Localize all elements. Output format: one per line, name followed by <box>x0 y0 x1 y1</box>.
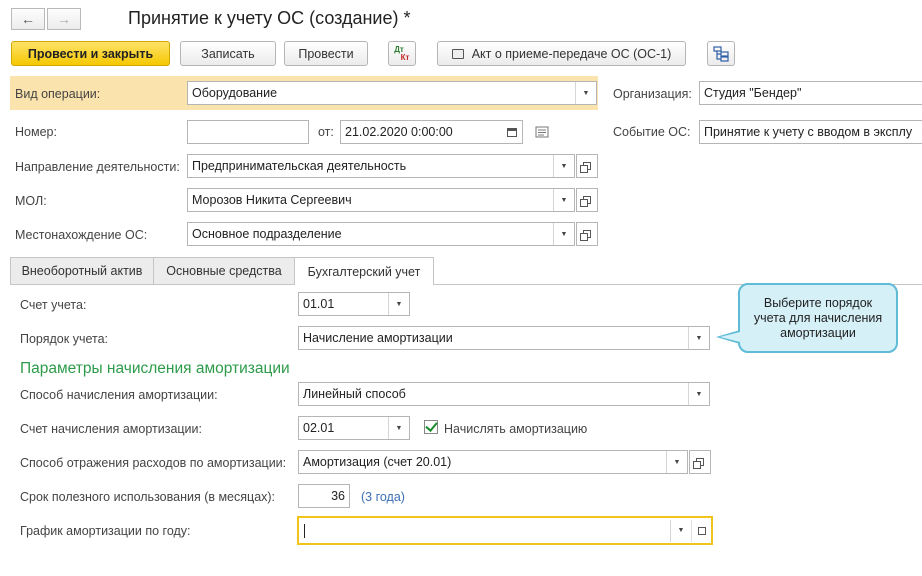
org-label: Организация: <box>613 87 692 101</box>
chevron-down-icon[interactable]: ▼ <box>575 82 596 104</box>
direction-label: Направление деятельности: <box>15 160 180 174</box>
hint-tooltip: Выберите порядок учета для начисления ам… <box>738 283 898 353</box>
date-input[interactable]: 21.02.2020 0:00:00 <box>340 120 523 144</box>
mol-select[interactable]: Морозов Никита Сергеевич ▼ <box>187 188 575 212</box>
page-title: Принятие к учету ОС (создание) * <box>128 8 411 28</box>
event-label: Событие ОС: <box>613 125 691 139</box>
accrue-label[interactable]: Начислять амортизацию <box>444 422 587 436</box>
operation-value: Оборудование <box>192 86 278 100</box>
tab-noncurrent-asset[interactable]: Внеоборотный актив <box>10 257 154 284</box>
number-label: Номер: <box>15 125 57 139</box>
tooltip-tail-inner <box>720 332 740 342</box>
kt-label: Кт <box>400 52 410 62</box>
act-os1-button[interactable]: Акт о приеме-передаче ОС (ОС-1) <box>437 41 686 66</box>
open-icon <box>580 196 591 207</box>
chevron-down-icon[interactable]: ▼ <box>688 383 709 405</box>
tab-accounting[interactable]: Бухгалтерский учет <box>294 257 434 285</box>
direction-select[interactable]: Предпринимательская деятельность ▼ <box>187 154 575 178</box>
mol-value: Морозов Никита Сергеевич <box>192 193 352 207</box>
number-input[interactable] <box>187 120 309 144</box>
dep-account-select[interactable]: 02.01 ▼ <box>298 416 410 440</box>
accrue-checkbox[interactable] <box>424 420 438 434</box>
section-title: Параметры начисления амортизации <box>20 360 290 377</box>
order-select[interactable]: Начисление амортизации ▼ <box>298 326 710 350</box>
open-schedule-button[interactable] <box>691 519 712 542</box>
open-direction-button[interactable] <box>576 154 598 178</box>
open-icon <box>698 526 706 535</box>
tab-fixed-assets[interactable]: Основные средства <box>153 257 295 284</box>
from-label: от: <box>318 125 334 139</box>
structure-button[interactable] <box>707 41 735 66</box>
dep-account-value: 02.01 <box>303 421 335 435</box>
operation-select[interactable]: Оборудование ▼ <box>187 81 597 105</box>
org-value: Студия "Бендер" <box>704 86 802 100</box>
chevron-down-icon[interactable]: ▼ <box>666 451 687 473</box>
life-label: Срок полезного использования (в месяцах)… <box>20 490 276 504</box>
act-os1-label: Акт о приеме-передаче ОС (ОС-1) <box>471 46 672 61</box>
account-label: Счет учета: <box>20 298 87 312</box>
forward-button[interactable]: → <box>47 8 81 30</box>
order-label: Порядок учета: <box>20 332 109 346</box>
schedule-value <box>298 523 670 538</box>
location-select[interactable]: Основное подразделение ▼ <box>187 222 575 246</box>
structure-icon <box>713 45 729 62</box>
comment-icon[interactable] <box>535 126 549 141</box>
org-field[interactable]: Студия "Бендер" <box>699 81 922 105</box>
printer-icon <box>451 48 464 59</box>
open-icon <box>580 162 591 173</box>
life-value: 36 <box>331 489 345 503</box>
open-expense-button[interactable] <box>689 450 711 474</box>
open-icon <box>580 230 591 241</box>
date-value: 21.02.2020 0:00:00 <box>345 125 453 139</box>
event-value: Принятие к учету с вводом в эксплу <box>704 125 913 139</box>
dt-kt-button[interactable]: Дт Кт <box>388 41 416 66</box>
save-button[interactable]: Записать <box>180 41 276 66</box>
chevron-down-icon[interactable]: ▼ <box>670 519 691 542</box>
arrow-right-icon: → <box>57 11 71 27</box>
chevron-down-icon[interactable]: ▼ <box>553 189 574 211</box>
post-and-close-button[interactable]: Провести и закрыть <box>11 41 170 66</box>
life-years-text: (3 года) <box>361 490 405 504</box>
order-value: Начисление амортизации <box>303 331 453 345</box>
method-select[interactable]: Линейный способ ▼ <box>298 382 710 406</box>
open-location-button[interactable] <box>576 222 598 246</box>
mol-label: МОЛ: <box>15 194 47 208</box>
method-value: Линейный способ <box>303 387 406 401</box>
expense-label: Способ отражения расходов по амортизации… <box>20 456 287 470</box>
chevron-down-icon[interactable]: ▼ <box>388 417 409 439</box>
schedule-label: График амортизации по году: <box>20 524 191 538</box>
hint-text: Выберите порядок учета для начисления ам… <box>753 295 883 340</box>
expense-value: Амортизация (счет 20.01) <box>303 455 452 469</box>
location-label: Местонахождение ОС: <box>15 228 148 242</box>
text-cursor <box>304 523 305 538</box>
calendar-icon[interactable] <box>502 121 522 143</box>
post-button[interactable]: Провести <box>284 41 368 66</box>
dep-account-label: Счет начисления амортизации: <box>20 422 202 436</box>
method-label: Способ начисления амортизации: <box>20 388 218 402</box>
operation-label: Вид операции: <box>15 87 101 101</box>
account-value: 01.01 <box>303 297 335 311</box>
chevron-down-icon[interactable]: ▼ <box>688 327 709 349</box>
direction-value: Предпринимательская деятельность <box>192 159 407 173</box>
chevron-down-icon[interactable]: ▼ <box>388 293 409 315</box>
account-select[interactable]: 01.01 ▼ <box>298 292 410 316</box>
arrow-left-icon: ← <box>21 11 35 27</box>
back-button[interactable]: ← <box>11 8 45 30</box>
schedule-select[interactable]: ▼ <box>297 516 713 545</box>
open-icon <box>693 458 704 469</box>
expense-select[interactable]: Амортизация (счет 20.01) ▼ <box>298 450 688 474</box>
open-mol-button[interactable] <box>576 188 598 212</box>
life-input[interactable]: 36 <box>298 484 350 508</box>
event-field[interactable]: Принятие к учету с вводом в эксплу <box>699 120 922 144</box>
location-value: Основное подразделение <box>192 227 342 241</box>
chevron-down-icon[interactable]: ▼ <box>553 223 574 245</box>
chevron-down-icon[interactable]: ▼ <box>553 155 574 177</box>
